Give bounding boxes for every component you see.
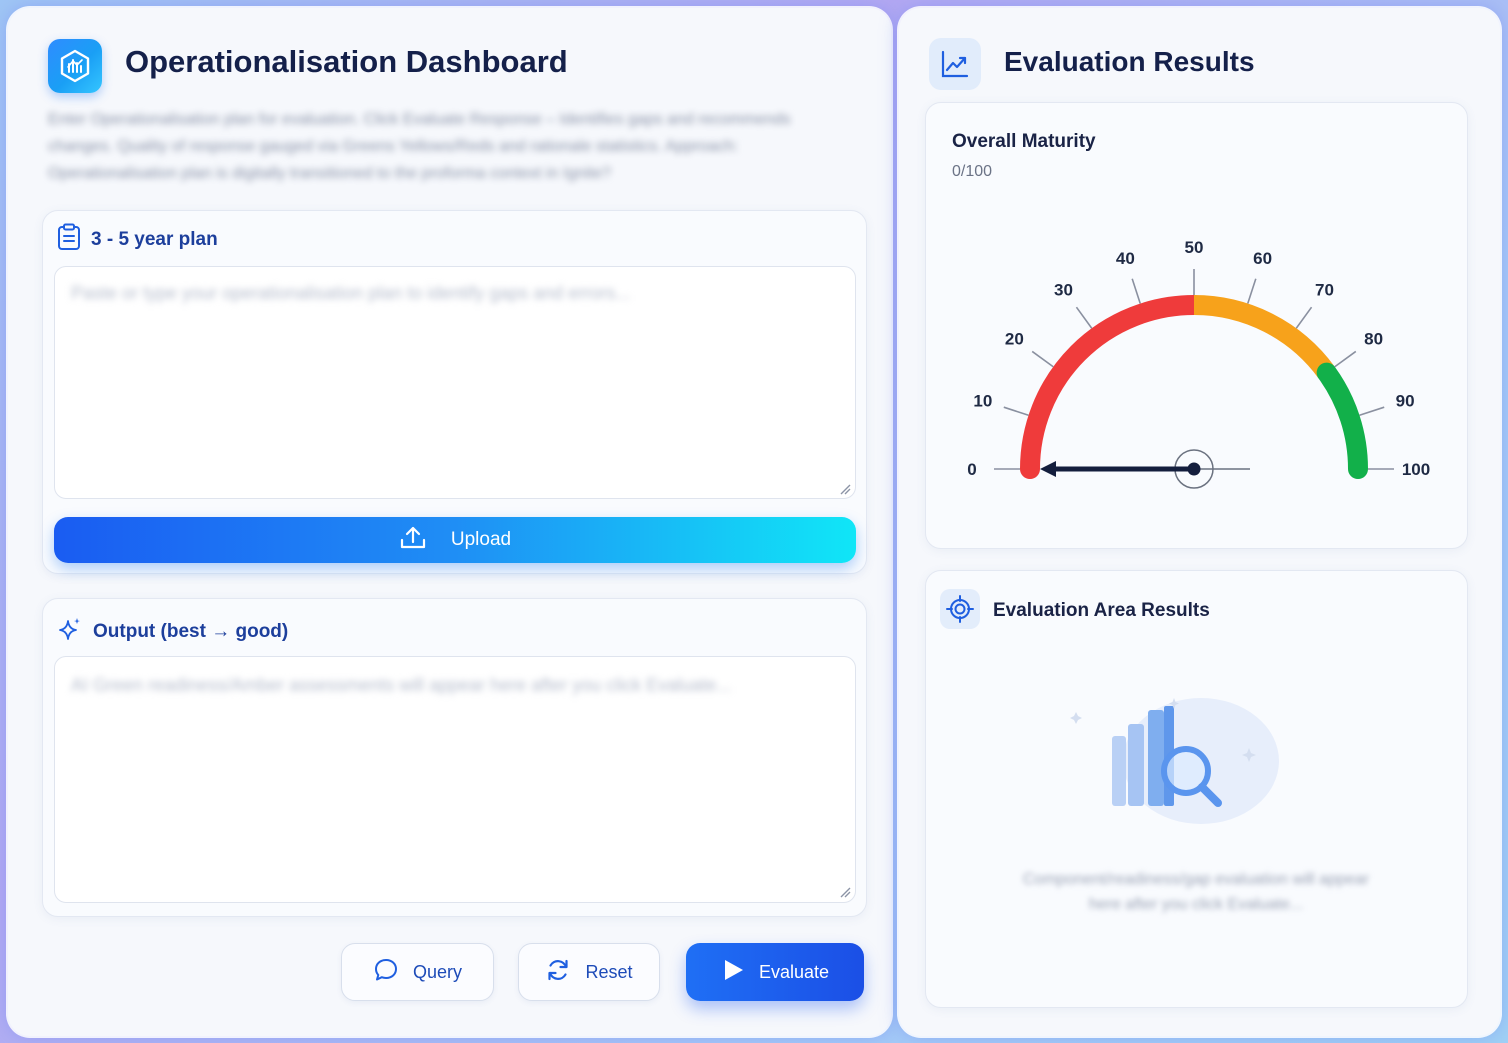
evaluate-button[interactable]: Evaluate: [686, 943, 864, 1001]
output-area[interactable]: [54, 656, 856, 903]
resize-grip-icon[interactable]: [839, 886, 851, 898]
output-card-header: Output (best → good): [57, 616, 288, 647]
evaluation-area-card: Evaluation Area Results Component/readin…: [925, 570, 1468, 1008]
results-panel: Evaluation Results Overall Maturity 0/10…: [899, 8, 1500, 1036]
plan-label: 3 - 5 year plan: [91, 228, 218, 250]
reset-label: Reset: [585, 961, 633, 982]
gauge-tick-label: 80: [1364, 330, 1383, 349]
evaluate-label: Evaluate: [758, 961, 830, 982]
query-label: Query: [412, 961, 463, 982]
sparkle-icon: [57, 616, 83, 647]
gauge-band-1: [1193, 295, 1335, 379]
results-title: Evaluation Results: [1004, 46, 1255, 77]
play-icon: [721, 958, 745, 987]
gauge-band-0: [1020, 295, 1204, 479]
maturity-label: Overall Maturity: [952, 131, 1096, 152]
reset-button[interactable]: Reset: [518, 943, 660, 1001]
gauge-bands: [1020, 295, 1368, 479]
gauge-tick-label: 20: [1005, 330, 1024, 349]
refresh-icon: [545, 957, 571, 988]
input-panel: Operationalisation Dashboard Enter Opera…: [8, 8, 891, 1036]
gauge-tick-80: [1334, 350, 1357, 368]
gauge-tick-label: 30: [1054, 280, 1073, 299]
page-description: Enter Operationalisation plan for evalua…: [48, 111, 791, 182]
gauge-tick-label: 100: [1402, 460, 1430, 479]
gauge-tick-30: [1075, 306, 1093, 329]
gauge-tick-20: [1031, 350, 1054, 368]
maturity-gauge: 0 10 20 30 40 50 60 70 80 90 100: [967, 238, 1430, 489]
empty-search-illustration-icon: [1070, 698, 1279, 824]
target-icon: [940, 589, 980, 629]
gauge-needle: [1040, 461, 1194, 477]
resize-grip-icon[interactable]: [839, 483, 851, 495]
gauge-tick-label: 50: [1185, 238, 1204, 257]
dashboard-logo-icon: [48, 39, 102, 93]
plan-card-header: 3 - 5 year plan: [57, 223, 218, 256]
output-label: Output (best → good): [93, 620, 289, 642]
gauge-hub: [1187, 462, 1201, 476]
gauge-tick-label: 70: [1315, 280, 1334, 299]
gauge-tick-60: [1247, 278, 1257, 304]
page-title: Operationalisation Dashboard: [125, 44, 568, 79]
gauge-band-2: [1316, 362, 1368, 479]
gauge-tick-label: 90: [1396, 391, 1415, 410]
gauge-tick-10: [1003, 406, 1029, 416]
maturity-score: 0/100: [952, 163, 993, 180]
upload-label: Upload: [450, 529, 512, 550]
area-title: Evaluation Area Results: [993, 600, 1210, 621]
gauge-tick-label: 40: [1116, 249, 1135, 268]
empty-state-text: Component/readiness/gap evaluation will …: [1023, 871, 1369, 913]
gauge-tick-70: [1295, 306, 1313, 329]
query-button[interactable]: Query: [341, 943, 494, 1001]
gauge-tick-label: 0: [967, 460, 976, 479]
trend-chart-icon: [929, 38, 981, 90]
upload-icon: [399, 523, 427, 557]
gauge-tick-40: [1131, 278, 1141, 304]
gauge-tick-90: [1359, 406, 1385, 416]
gauge-tick-label: 60: [1253, 249, 1272, 268]
overall-maturity-card: Overall Maturity 0/100 0 10 20 30 40 50 60 70 80…: [925, 102, 1468, 549]
output-card: Output (best → good) AI Green readiness/…: [42, 598, 867, 917]
upload-button[interactable]: Upload: [54, 517, 856, 563]
clipboard-icon: [57, 223, 81, 256]
gauge-tick-label: 10: [973, 391, 992, 410]
plan-input[interactable]: [54, 266, 856, 499]
plan-card: 3 - 5 year plan Paste or type your opera…: [42, 210, 867, 574]
chat-bubble-icon: [373, 957, 399, 988]
